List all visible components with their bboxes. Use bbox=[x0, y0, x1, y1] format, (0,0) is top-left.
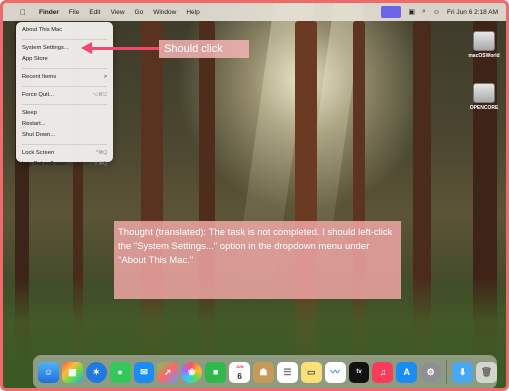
menu-bar:  Finder File Edit View Go Window Help ▣… bbox=[3, 3, 506, 21]
screen-recording-indicator-icon[interactable] bbox=[381, 6, 402, 18]
menu-item-label: App Store bbox=[22, 56, 48, 62]
menu-item-shut-down[interactable]: Shut Down... bbox=[16, 130, 113, 141]
display-icon[interactable]: ▣ bbox=[408, 8, 415, 16]
menu-separator bbox=[22, 144, 107, 145]
clock[interactable]: Fri Jun 6 2:18 AM bbox=[447, 9, 498, 16]
apple-menu-dropdown: About This Mac System Settings... App St… bbox=[16, 22, 113, 167]
mail-icon[interactable]: ✉ bbox=[133, 361, 155, 383]
apple-tv-icon[interactable]: tv bbox=[348, 361, 370, 383]
messages-icon[interactable]: ● bbox=[109, 361, 131, 383]
menu-edit[interactable]: Edit bbox=[89, 9, 100, 16]
notes-icon[interactable]: ▭ bbox=[300, 361, 322, 383]
contacts-icon[interactable]: ☗ bbox=[253, 361, 274, 383]
menu-item-restart[interactable]: Restart... bbox=[16, 119, 113, 130]
menu-item-app-store[interactable]: App Store bbox=[16, 54, 113, 65]
menu-separator bbox=[22, 39, 107, 40]
menu-item-log-out[interactable]: Log Out ec2-user... ⇧⌘Q bbox=[16, 159, 113, 170]
music-icon[interactable]: ♫ bbox=[372, 361, 394, 383]
menu-separator bbox=[22, 104, 107, 105]
calendar-icon[interactable]: JUN 6 bbox=[229, 361, 251, 383]
desktop-icon-label: macOSWorld bbox=[468, 53, 500, 59]
menu-item-label: About This Mac bbox=[22, 27, 63, 33]
menu-file[interactable]: File bbox=[69, 9, 79, 16]
menu-help[interactable]: Help bbox=[186, 9, 199, 16]
system-settings-icon[interactable]: ⚙ bbox=[420, 361, 442, 383]
annotation-arrow-head-icon bbox=[81, 42, 92, 54]
menu-shortcut: ^⌘Q bbox=[95, 150, 107, 156]
status-area: ▣ ⌕ ☺ Fri Jun 6 2:18 AM bbox=[381, 3, 498, 21]
launchpad-icon[interactable]: ▦ bbox=[61, 361, 83, 383]
menu-item-label: Restart... bbox=[22, 121, 46, 127]
menu-item-lock-screen[interactable]: Lock Screen ^⌘Q bbox=[16, 148, 113, 159]
thought-box: Thought (translated): The task is not co… bbox=[114, 221, 401, 299]
reminders-icon[interactable]: ☰ bbox=[276, 361, 298, 383]
menu-finder[interactable]: Finder bbox=[39, 9, 59, 16]
menu-item-force-quit[interactable]: Force Quit... ⌥⌘⎋ bbox=[16, 90, 113, 101]
menu-separator bbox=[22, 68, 107, 69]
submenu-arrow-icon: > bbox=[103, 74, 107, 80]
apple-logo-icon[interactable]:  bbox=[17, 8, 29, 17]
menu-shortcut: ⌥⌘⎋ bbox=[92, 92, 107, 98]
calendar-day: 6 bbox=[237, 371, 242, 381]
menu-item-label: Sleep bbox=[22, 110, 37, 116]
facetime-icon[interactable]: ■ bbox=[205, 361, 227, 383]
dock: ☺ ▦ ✶ ● ✉ ➚ ❀ ■ JUN 6 ☗ ☰ ▭ 〰 tv ♫ A ⚙ ⬇… bbox=[33, 355, 497, 388]
app-store-icon[interactable]: A bbox=[396, 361, 418, 383]
trash-icon[interactable]: 🗑 bbox=[476, 361, 497, 383]
menu-item-label: System Settings... bbox=[22, 45, 69, 51]
dock-separator bbox=[446, 360, 448, 384]
menu-item-sleep[interactable]: Sleep bbox=[16, 108, 113, 119]
menu-item-recent-items[interactable]: Recent Items > bbox=[16, 72, 113, 83]
maps-icon[interactable]: ➚ bbox=[157, 361, 179, 383]
desktop-icon-opencore[interactable]: OPENCORE bbox=[463, 83, 505, 111]
menu-item-label: Force Quit... bbox=[22, 92, 54, 98]
search-icon[interactable]: ⌕ bbox=[422, 8, 426, 16]
menu-item-about-this-mac[interactable]: About This Mac bbox=[16, 25, 113, 36]
downloads-folder-icon[interactable]: ⬇ bbox=[452, 361, 474, 383]
menu-item-label: Shut Down... bbox=[22, 132, 56, 138]
desktop-icon-macosworld[interactable]: macOSWorld bbox=[463, 31, 505, 59]
freeform-icon[interactable]: 〰 bbox=[324, 361, 346, 383]
desktop-icon-label: OPENCORE bbox=[469, 105, 499, 111]
should-click-label: Should click bbox=[159, 40, 249, 58]
disk-drive-icon bbox=[473, 83, 495, 103]
menu-view[interactable]: View bbox=[111, 9, 125, 16]
screen-frame:  Finder File Edit View Go Window Help ▣… bbox=[0, 0, 509, 391]
menu-go[interactable]: Go bbox=[135, 9, 144, 16]
safari-icon[interactable]: ✶ bbox=[85, 361, 107, 383]
menu-shortcut: ⇧⌘Q bbox=[93, 161, 107, 167]
menu-window[interactable]: Window bbox=[153, 9, 176, 16]
finder-icon[interactable]: ☺ bbox=[38, 361, 59, 383]
menu-separator bbox=[22, 86, 107, 87]
user-icon[interactable]: ☺ bbox=[433, 9, 440, 16]
photos-icon[interactable]: ❀ bbox=[181, 361, 203, 383]
annotation-arrow-line bbox=[91, 47, 161, 50]
menu-item-label: Recent Items bbox=[22, 74, 57, 80]
disk-drive-icon bbox=[473, 31, 495, 51]
menu-item-label: Log Out ec2-user... bbox=[22, 161, 72, 167]
calendar-month: JUN bbox=[235, 363, 244, 369]
menu-item-label: Lock Screen bbox=[22, 150, 55, 156]
